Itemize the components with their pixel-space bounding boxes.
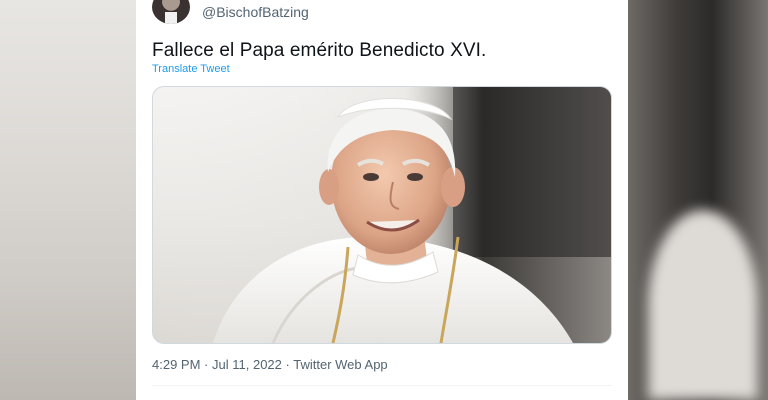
background-left-blur xyxy=(0,0,136,400)
eye-left xyxy=(363,173,379,181)
background-right-blur xyxy=(628,0,768,400)
author-handle[interactable]: @BischofBatzing xyxy=(202,4,309,20)
tweet-source[interactable]: Twitter Web App xyxy=(293,357,387,372)
tweet-card: @BischofBatzing Fallece el Papa emérito … xyxy=(136,0,628,400)
avatar-collar xyxy=(165,12,177,24)
meta-separator: · xyxy=(285,357,290,372)
portrait-illustration xyxy=(153,87,611,343)
translate-tweet-link[interactable]: Translate Tweet xyxy=(152,63,230,75)
tweet-text: Fallece el Papa emérito Benedicto XVI. xyxy=(152,40,487,61)
background-blur-shape xyxy=(648,210,758,400)
divider xyxy=(152,385,612,386)
author-avatar[interactable] xyxy=(152,0,190,24)
photo-dark-area xyxy=(453,87,611,257)
tweet-meta: 4:29 PM · Jul 11, 2022 · Twitter Web App xyxy=(152,357,388,372)
tweet-media-photo[interactable] xyxy=(152,86,612,344)
ear-left xyxy=(319,169,339,205)
eye-right xyxy=(407,173,423,181)
ear-right xyxy=(441,167,465,207)
meta-separator: · xyxy=(204,357,209,372)
tweet-time[interactable]: 4:29 PM xyxy=(152,357,200,372)
tweet-date[interactable]: Jul 11, 2022 xyxy=(212,357,282,372)
